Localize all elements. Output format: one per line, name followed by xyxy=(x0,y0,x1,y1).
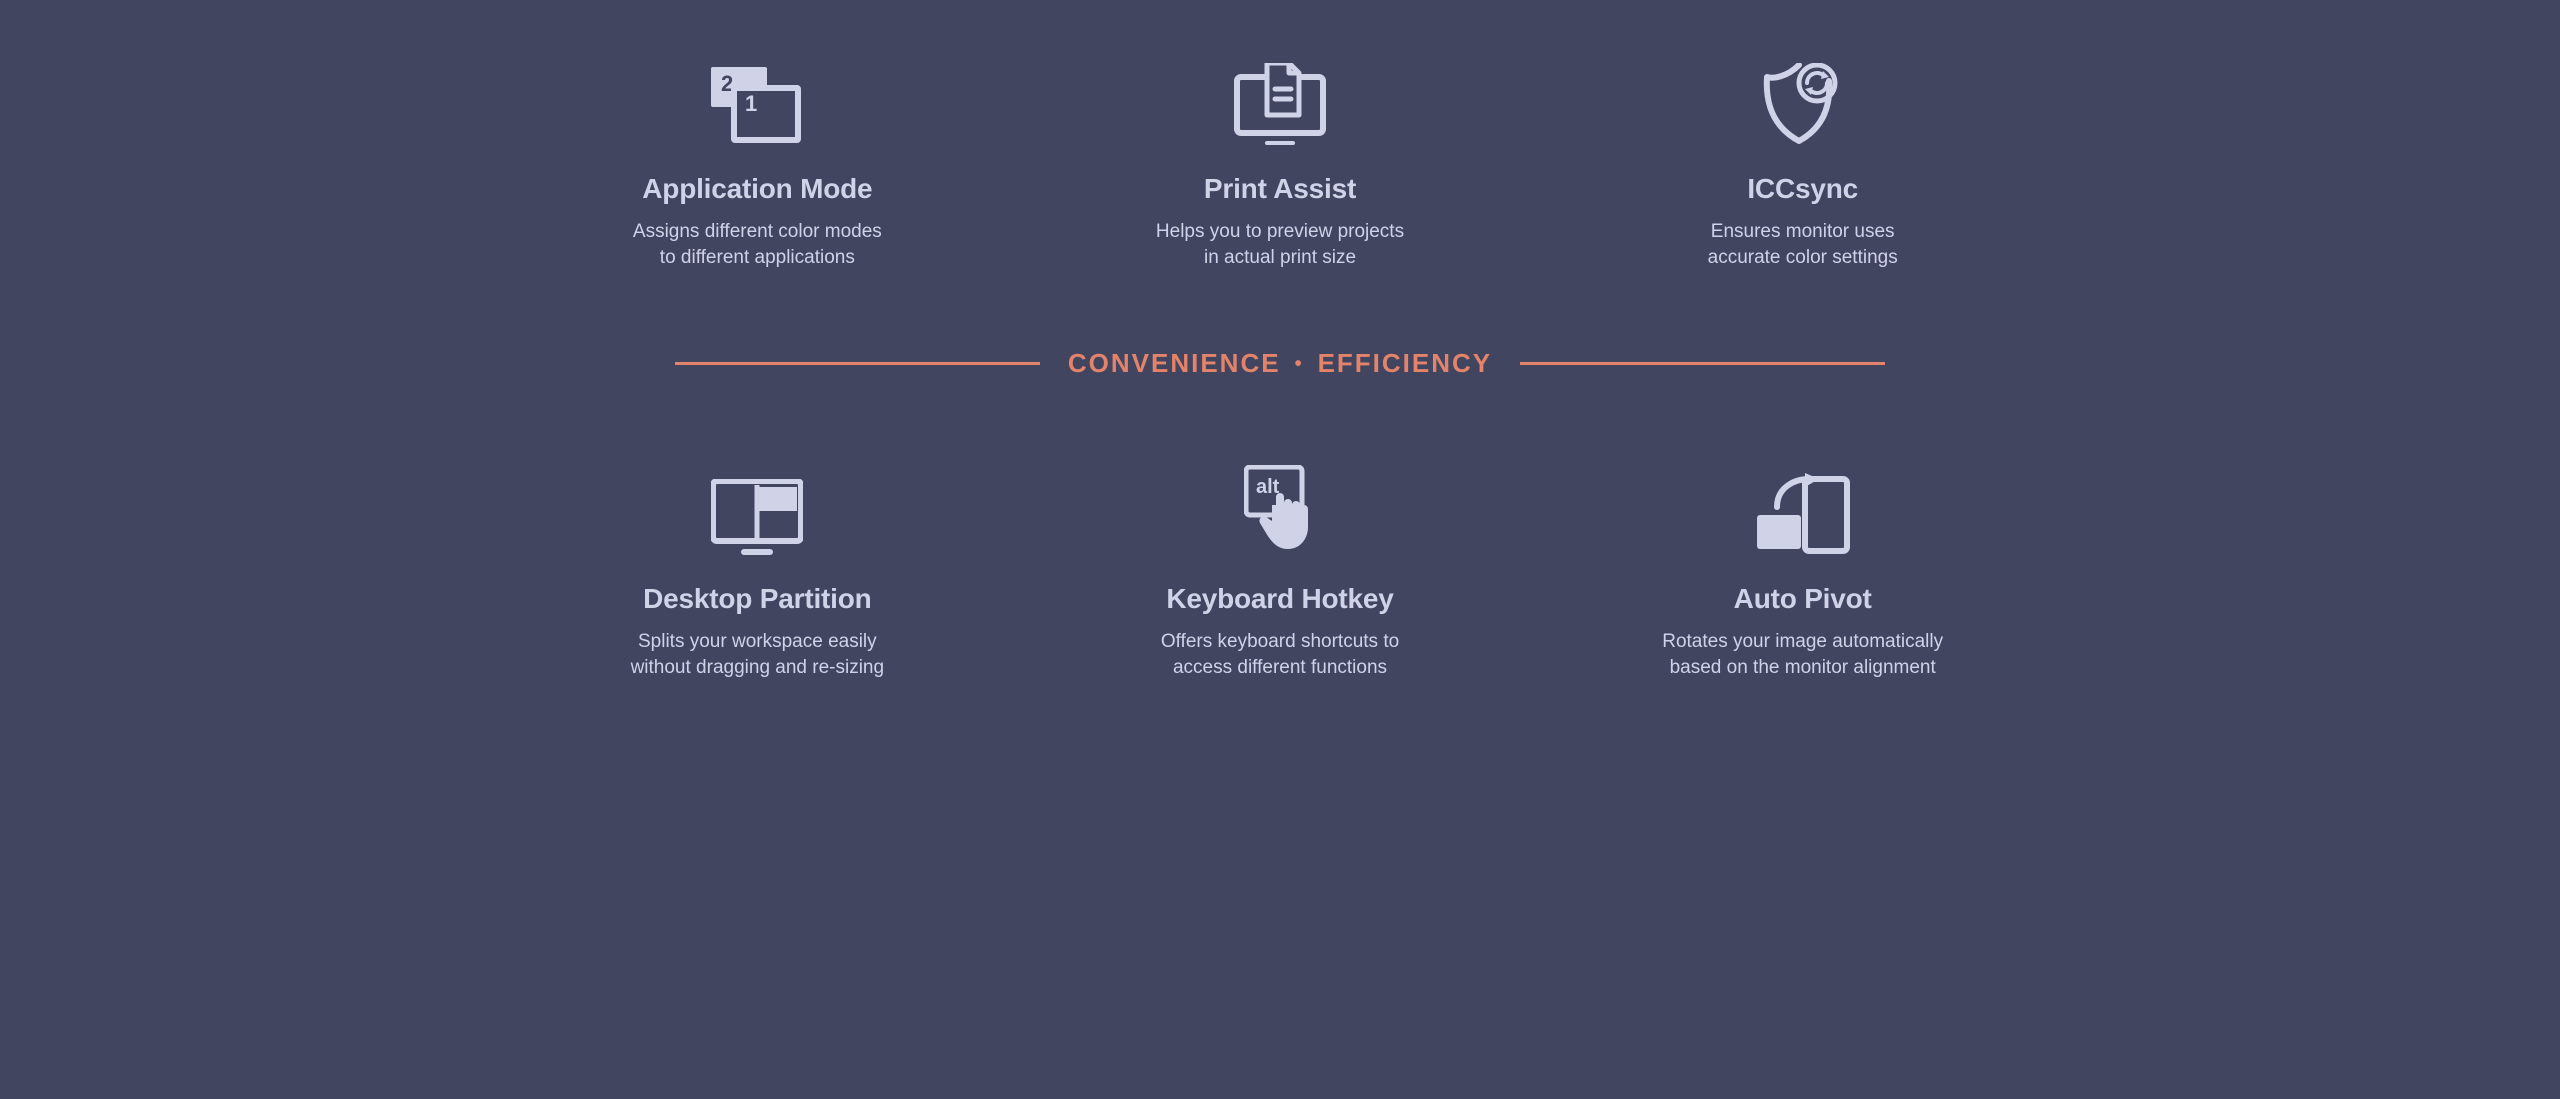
svg-text:1: 1 xyxy=(745,91,757,116)
feature-desc: Ensures monitor uses accurate color sett… xyxy=(1708,219,1898,270)
feature-title: Application Mode xyxy=(642,173,872,205)
feature-keyboard-hotkey: alt Keyboard Hotkey Offers keyboard shor… xyxy=(1019,465,1542,680)
feature-desktop-partition: Desktop Partition Splits your workspace … xyxy=(496,465,1019,680)
feature-iccsync: ICCsync Ensures monitor uses accurate co… xyxy=(1541,55,2064,270)
feature-desc: Offers keyboard shortcuts to access diff… xyxy=(1161,629,1399,680)
feature-title: Print Assist xyxy=(1204,173,1356,205)
feature-application-mode: 2 1 Application Mode Assigns different c… xyxy=(496,55,1019,270)
desktop-partition-icon xyxy=(711,465,803,555)
feature-title: ICCsync xyxy=(1747,173,1858,205)
feature-row-2: Desktop Partition Splits your workspace … xyxy=(496,465,2064,680)
divider-line-right xyxy=(1520,362,1885,365)
auto-pivot-icon xyxy=(1755,465,1851,555)
print-assist-icon xyxy=(1233,55,1327,145)
feature-desc: Splits your workspace easily without dra… xyxy=(631,629,885,680)
section-divider: CONVENIENCE • EFFICIENCY xyxy=(675,348,1885,379)
feature-desc: Helps you to preview projects in actual … xyxy=(1156,219,1404,270)
feature-auto-pivot: Auto Pivot Rotates your image automatica… xyxy=(1541,465,2064,680)
feature-desc: Assigns different color modes to differe… xyxy=(633,219,882,270)
keyboard-hotkey-icon: alt xyxy=(1244,465,1316,555)
feature-desc: Rotates your image automatically based o… xyxy=(1662,629,1943,680)
feature-title: Desktop Partition xyxy=(643,583,871,615)
divider-text-right: EFFICIENCY xyxy=(1318,348,1493,379)
feature-title: Keyboard Hotkey xyxy=(1166,583,1393,615)
application-mode-icon: 2 1 xyxy=(707,55,807,145)
divider-text-left: CONVENIENCE xyxy=(1068,348,1281,379)
divider-line-left xyxy=(675,362,1040,365)
divider-dot-icon: • xyxy=(1295,354,1304,374)
svg-text:alt: alt xyxy=(1256,476,1280,498)
divider-label: CONVENIENCE • EFFICIENCY xyxy=(1040,348,1520,379)
feature-title: Auto Pivot xyxy=(1734,583,1872,615)
feature-print-assist: Print Assist Helps you to preview projec… xyxy=(1019,55,1542,270)
iccsync-icon xyxy=(1763,55,1843,145)
feature-row-1: 2 1 Application Mode Assigns different c… xyxy=(496,55,2064,270)
feature-grid: 2 1 Application Mode Assigns different c… xyxy=(496,0,2064,681)
